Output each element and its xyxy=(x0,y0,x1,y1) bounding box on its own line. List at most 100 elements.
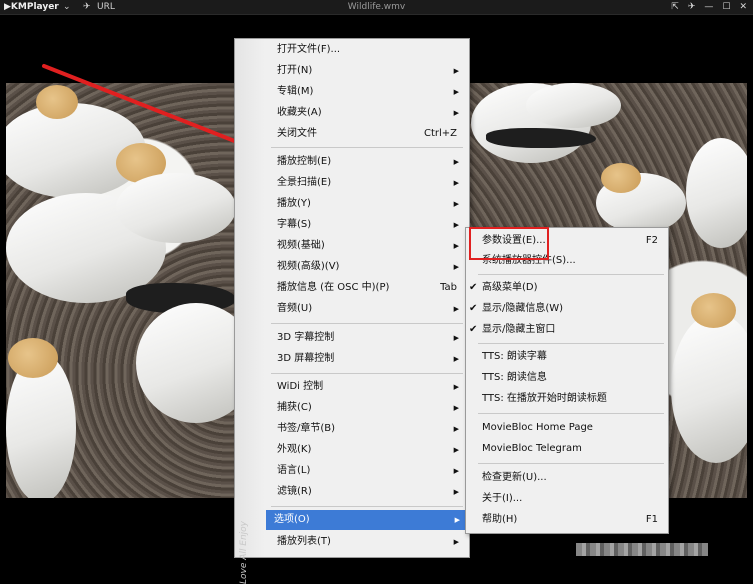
gannet-wing xyxy=(486,128,596,148)
menu-separator xyxy=(478,463,664,464)
menu-item-widi-control[interactable]: WiDi 控制 ▶ xyxy=(269,377,465,397)
submenu-item-tts-info[interactable]: TTS: 朗读信息 xyxy=(466,368,668,388)
menu-item-playback-info[interactable]: 播放信息 (在 OSC 中)(P) Tab xyxy=(269,278,465,298)
options-submenu: 参数设置(E)... F2 系统播放器控件(S)... ✔ 高级菜单(D) ✔ 显示/… xyxy=(465,227,669,534)
menu-item-open-file[interactable]: 打开文件(F)... xyxy=(269,40,465,60)
submenu-item-label: 帮助(H) xyxy=(482,514,518,525)
menu-item-play[interactable]: 播放(Y) ▶ xyxy=(269,194,465,214)
menu-item-favorites[interactable]: 收藏夹(A) ▶ xyxy=(269,103,465,123)
menu-item-label: 播放(Y) xyxy=(277,198,311,209)
submenu-item-check-updates[interactable]: 检查更新(U)... xyxy=(466,468,668,488)
submenu-arrow-icon: ▶ xyxy=(453,404,459,412)
submenu-item-label: MovieBloc Home Page xyxy=(482,422,593,433)
submenu-item-advanced-menu[interactable]: ✔ 高级菜单(D) xyxy=(466,278,668,298)
submenu-arrow-icon: ▶ xyxy=(453,221,459,229)
menu-item-label: 视频(高级)(V) xyxy=(277,261,340,272)
submenu-item-label: TTS: 朗读字幕 xyxy=(482,351,547,362)
menu-item-label: 打开(N) xyxy=(277,65,313,76)
menu-watermark: Love All Enjoy xyxy=(239,521,249,584)
gannet-head xyxy=(601,163,641,193)
menu-item-label: 全景扫描(E) xyxy=(277,177,332,188)
submenu-item-tts-subtitles[interactable]: TTS: 朗读字幕 xyxy=(466,347,668,367)
submenu-item-moviebloc-home[interactable]: MovieBloc Home Page xyxy=(466,418,668,438)
submenu-arrow-icon: ▶ xyxy=(453,158,459,166)
menu-item-label: 字幕(S) xyxy=(277,219,312,230)
menu-item-label: 书签/章节(B) xyxy=(277,423,336,434)
gannet-head xyxy=(691,293,736,328)
minimize-button[interactable]: — xyxy=(704,1,713,13)
submenu-item-label: 显示/隐藏信息(W) xyxy=(482,303,564,314)
submenu-item-label: 高级菜单(D) xyxy=(482,282,538,293)
checkmark-icon: ✔ xyxy=(469,303,478,314)
submenu-item-about[interactable]: 关于(I)... xyxy=(466,489,668,509)
menu-item-language[interactable]: 语言(L) ▶ xyxy=(269,461,465,481)
submenu-item-label: 检查更新(U)... xyxy=(482,472,547,483)
submenu-arrow-icon: ▶ xyxy=(453,263,459,271)
close-button[interactable]: ✕ xyxy=(739,1,747,13)
submenu-item-label: 显示/隐藏主窗口 xyxy=(482,324,556,335)
context-menu: Love All Enjoy 打开文件(F)... 打开(N) ▶ 专辑(M) ▶ … xyxy=(234,38,470,584)
menu-item-label: 打开文件(F)... xyxy=(277,44,341,55)
submenu-arrow-icon: ▶ xyxy=(453,467,459,475)
menu-item-audio[interactable]: 音频(U) ▶ xyxy=(269,299,465,319)
watermark-strip xyxy=(576,543,708,556)
pin-top-icon[interactable]: ✈ xyxy=(688,1,696,13)
menu-item-open[interactable]: 打开(N) ▶ xyxy=(269,61,465,81)
menu-item-subtitles[interactable]: 字幕(S) ▶ xyxy=(269,215,465,235)
menu-separator xyxy=(478,274,664,275)
menu-separator xyxy=(271,323,463,324)
checkmark-icon: ✔ xyxy=(469,282,478,293)
menu-item-video-advanced[interactable]: 视频(高级)(V) ▶ xyxy=(269,257,465,277)
menu-item-capture[interactable]: 捕获(C) ▶ xyxy=(269,398,465,418)
menu-item-label: 关闭文件 xyxy=(277,128,317,139)
menu-separator xyxy=(478,413,664,414)
submenu-item-toggle-info[interactable]: ✔ 显示/隐藏信息(W) xyxy=(466,299,668,319)
menu-item-label: 3D 字幕控制 xyxy=(277,332,335,343)
checkmark-icon: ✔ xyxy=(469,324,478,335)
menu-item-shortcut: Tab xyxy=(440,282,457,293)
menu-item-3d-screen-control[interactable]: 3D 屏幕控制 ▶ xyxy=(269,349,465,369)
menu-item-pan-scan[interactable]: 全景扫描(E) ▶ xyxy=(269,173,465,193)
menu-separator xyxy=(271,147,463,148)
submenu-item-moviebloc-telegram[interactable]: MovieBloc Telegram xyxy=(466,439,668,459)
menu-item-options[interactable]: 选项(O) ▶ xyxy=(266,510,466,530)
submenu-arrow-icon: ▶ xyxy=(453,446,459,454)
menu-item-label: 播放控制(E) xyxy=(277,156,332,167)
submenu-arrow-icon: ▶ xyxy=(453,538,459,546)
gannet-image xyxy=(671,313,747,463)
menu-item-album[interactable]: 专辑(M) ▶ xyxy=(269,82,465,102)
menu-item-video-basic[interactable]: 视频(基础) ▶ xyxy=(269,236,465,256)
gannet-head xyxy=(8,338,58,378)
submenu-item-tts-title[interactable]: TTS: 在播放开始时朗读标题 xyxy=(466,389,668,409)
menu-separator xyxy=(478,343,664,344)
submenu-arrow-icon: ▶ xyxy=(453,88,459,96)
menu-item-label: 滤镜(R) xyxy=(277,486,312,497)
submenu-arrow-icon: ▶ xyxy=(453,383,459,391)
menu-item-bookmarks[interactable]: 书签/章节(B) ▶ xyxy=(269,419,465,439)
menu-separator xyxy=(271,506,463,507)
menu-item-skins[interactable]: 外观(K) ▶ xyxy=(269,440,465,460)
title-bar: ▶KMPlayer ⌄ ✈ URL Wildlife.wmv ⇱ ✈ — ☐ ✕ xyxy=(0,0,753,15)
menu-item-label: 语言(L) xyxy=(277,465,311,476)
window-title: Wildlife.wmv xyxy=(347,2,406,12)
menu-item-close-file[interactable]: 关闭文件 Ctrl+Z xyxy=(269,124,465,144)
menu-item-filters[interactable]: 滤镜(R) ▶ xyxy=(269,482,465,502)
menu-item-label: 捕获(C) xyxy=(277,402,312,413)
maximize-button[interactable]: ☐ xyxy=(722,1,730,13)
submenu-arrow-icon: ▶ xyxy=(453,305,459,313)
submenu-arrow-icon: ▶ xyxy=(453,109,459,117)
menu-item-3d-subtitle-control[interactable]: 3D 字幕控制 ▶ xyxy=(269,328,465,348)
menu-item-shortcut: Ctrl+Z xyxy=(423,128,457,139)
submenu-arrow-icon: ▶ xyxy=(453,425,459,433)
gannet-head xyxy=(36,85,78,119)
submenu-arrow-icon: ▶ xyxy=(453,179,459,187)
submenu-arrow-icon: ▶ xyxy=(453,242,459,250)
submenu-item-help[interactable]: 帮助(H) F1 xyxy=(466,510,668,530)
submenu-arrow-icon: ▶ xyxy=(453,200,459,208)
submenu-item-label: 关于(I)... xyxy=(482,493,523,504)
menu-item-playlist[interactable]: 播放列表(T) ▶ xyxy=(269,532,465,552)
fullscreen-icon[interactable]: ⇱ xyxy=(671,1,679,13)
menu-side-stripe xyxy=(235,39,265,557)
submenu-item-toggle-main-window[interactable]: ✔ 显示/隐藏主窗口 xyxy=(466,320,668,340)
menu-item-playback-control[interactable]: 播放控制(E) ▶ xyxy=(269,152,465,172)
